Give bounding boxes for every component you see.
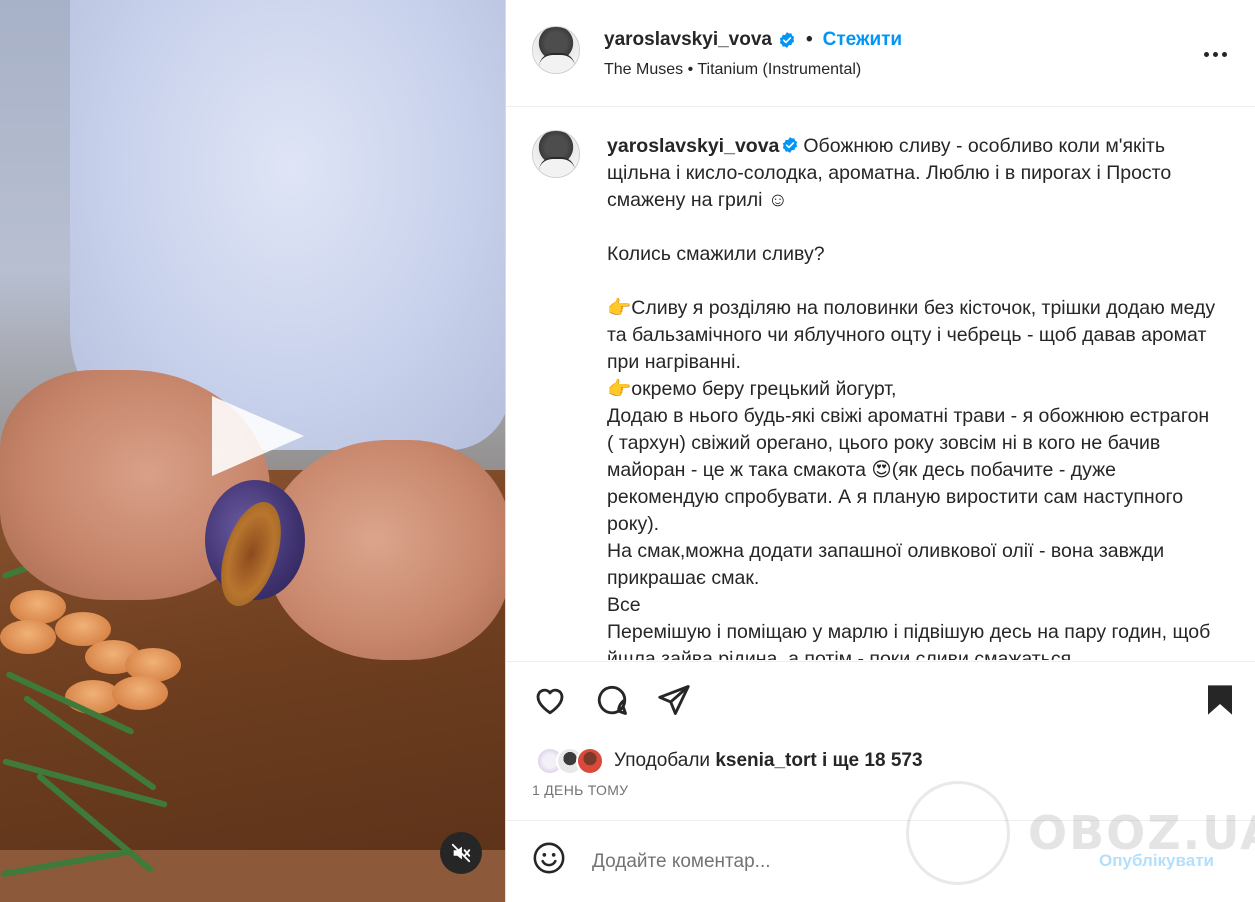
avatar-coat bbox=[539, 157, 575, 177]
share-icon[interactable] bbox=[656, 682, 692, 718]
emoji-icon[interactable] bbox=[532, 841, 566, 875]
more-icon bbox=[1213, 51, 1218, 57]
likes-text: Уподобали ksenia_tort і ще 18 573 bbox=[614, 750, 923, 772]
author-avatar[interactable] bbox=[532, 26, 580, 74]
post-details-panel: yaroslavskyi_vova • Стежити The Muses • … bbox=[505, 0, 1255, 902]
heart-icon[interactable] bbox=[532, 682, 568, 718]
likes-user[interactable]: ksenia_tort bbox=[715, 750, 816, 771]
video-frame-apricot bbox=[0, 620, 56, 654]
video-player[interactable] bbox=[0, 0, 505, 902]
header-user-row: yaroslavskyi_vova • Стежити bbox=[604, 29, 902, 51]
caption-body: Обожнюю сливу - особливо коли м'якіть щі… bbox=[607, 135, 1216, 660]
post-comment-button[interactable]: Опублікувати bbox=[1099, 851, 1214, 871]
caption-username[interactable]: yaroslavskyi_vova bbox=[607, 135, 779, 157]
caption-divider bbox=[506, 661, 1255, 662]
video-frame-apricot bbox=[10, 590, 66, 624]
more-options-button[interactable] bbox=[1204, 44, 1232, 64]
more-icon bbox=[1204, 51, 1209, 57]
author-username[interactable]: yaroslavskyi_vova bbox=[604, 29, 772, 51]
video-frame-apricot bbox=[112, 676, 168, 710]
post-header: yaroslavskyi_vova • Стежити The Muses • … bbox=[532, 26, 1232, 86]
verified-icon bbox=[779, 32, 795, 48]
likes-count[interactable]: і ще 18 573 bbox=[822, 750, 923, 771]
mute-button[interactable] bbox=[440, 832, 482, 874]
comment-input[interactable] bbox=[592, 845, 1072, 879]
post-timestamp[interactable]: 1 ДЕНЬ ТОМУ bbox=[532, 782, 628, 798]
more-icon bbox=[1222, 51, 1227, 57]
caption-text: yaroslavskyi_vova Обожнюю сливу - особлив… bbox=[607, 133, 1219, 660]
avatar-face bbox=[547, 33, 566, 55]
follow-button[interactable]: Стежити bbox=[823, 29, 902, 51]
save-icon[interactable] bbox=[1204, 682, 1236, 718]
action-bar bbox=[532, 682, 1232, 722]
header-divider bbox=[506, 106, 1255, 107]
likes-prefix: Уподобали bbox=[614, 750, 711, 771]
separator-dot: • bbox=[805, 29, 813, 50]
comment-icon[interactable] bbox=[594, 682, 630, 718]
verified-icon bbox=[783, 137, 798, 153]
comment-bar: Опублікувати bbox=[506, 820, 1255, 902]
mute-icon bbox=[451, 843, 471, 863]
avatar-coat bbox=[539, 53, 575, 73]
play-icon[interactable] bbox=[212, 396, 304, 476]
music-track[interactable]: The Muses • Titanium (Instrumental) bbox=[604, 61, 861, 79]
liker-avatar[interactable] bbox=[576, 747, 604, 775]
caption-area: yaroslavskyi_vova Обожнюю сливу - особлив… bbox=[532, 130, 1232, 660]
avatar-face bbox=[547, 137, 566, 159]
likes-summary: Уподобали ksenia_tort і ще 18 573 bbox=[536, 744, 923, 778]
caption-avatar[interactable] bbox=[532, 130, 580, 178]
